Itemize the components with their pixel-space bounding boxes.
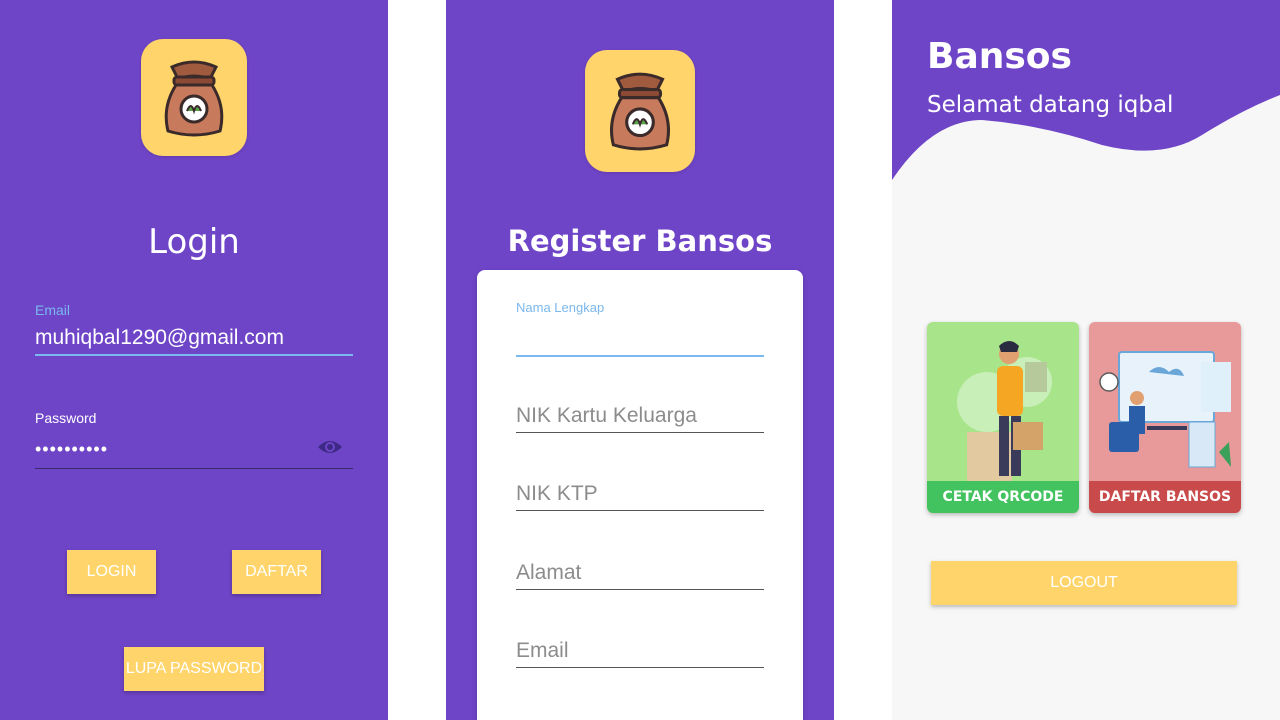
register-form-card: Nama Lengkap NIK Kartu Keluarga NIK KTP … xyxy=(477,270,803,720)
computer-work-illustration xyxy=(1099,351,1231,468)
email-underline xyxy=(516,667,764,668)
nik-ktp-underline xyxy=(516,510,764,511)
welcome-text: Selamat datang iqbal xyxy=(927,92,1174,118)
delivery-person-illustration xyxy=(957,341,1052,482)
password-underline xyxy=(35,468,353,469)
app-logo xyxy=(585,50,695,172)
alamat-field[interactable]: Alamat xyxy=(516,561,764,590)
password-label: Password xyxy=(35,410,97,426)
password-field[interactable]: Password •••••••••• xyxy=(35,410,353,469)
nama-lengkap-field[interactable]: Nama Lengkap xyxy=(516,300,764,357)
nama-lengkap-underline xyxy=(516,355,764,357)
alamat-underline xyxy=(516,589,764,590)
nik-kk-underline xyxy=(516,432,764,433)
email-input[interactable]: muhiqbal1290@gmail.com xyxy=(35,326,353,354)
sack-icon xyxy=(164,60,224,136)
lupa-password-button[interactable]: LUPA PASSWORD xyxy=(124,647,264,691)
daftar-bansos-card[interactable]: DAFTAR BANSOS xyxy=(1089,322,1241,513)
nama-lengkap-input[interactable] xyxy=(516,315,764,355)
nama-lengkap-label: Nama Lengkap xyxy=(516,300,605,315)
home-title: Bansos xyxy=(927,36,1072,77)
page-title: Login xyxy=(148,222,240,262)
eye-icon[interactable] xyxy=(317,438,343,456)
home-screen: Bansos Selamat datang iqbal CETAK QRCODE xyxy=(892,0,1280,720)
email-label: Email xyxy=(35,302,71,318)
sack-icon xyxy=(610,72,670,151)
daftar-bansos-label: DAFTAR BANSOS xyxy=(1089,481,1241,513)
daftar-button[interactable]: DAFTAR xyxy=(232,550,321,594)
alamat-input[interactable]: Alamat xyxy=(516,561,764,589)
nik-ktp-field[interactable]: NIK KTP xyxy=(516,482,764,511)
email-field[interactable]: Email xyxy=(516,639,764,668)
cetak-qrcode-label: CETAK QRCODE xyxy=(927,481,1079,513)
logout-button[interactable]: LOGOUT xyxy=(931,561,1237,605)
nik-kk-field[interactable]: NIK Kartu Keluarga xyxy=(516,404,764,433)
email-field[interactable]: Email muhiqbal1290@gmail.com xyxy=(35,302,353,356)
email-input[interactable]: Email xyxy=(516,639,764,667)
login-button[interactable]: LOGIN xyxy=(67,550,156,594)
login-screen: Login Email muhiqbal1290@gmail.com Passw… xyxy=(0,0,388,720)
page-title: Register Bansos xyxy=(507,224,773,258)
email-underline xyxy=(35,354,353,356)
nik-kk-input[interactable]: NIK Kartu Keluarga xyxy=(516,404,764,432)
register-screen: Register Bansos Nama Lengkap NIK Kartu K… xyxy=(446,0,834,720)
nik-ktp-input[interactable]: NIK KTP xyxy=(516,482,764,510)
password-input[interactable]: •••••••••• xyxy=(35,434,353,468)
cetak-qrcode-card[interactable]: CETAK QRCODE xyxy=(927,322,1079,513)
app-logo xyxy=(141,39,247,156)
